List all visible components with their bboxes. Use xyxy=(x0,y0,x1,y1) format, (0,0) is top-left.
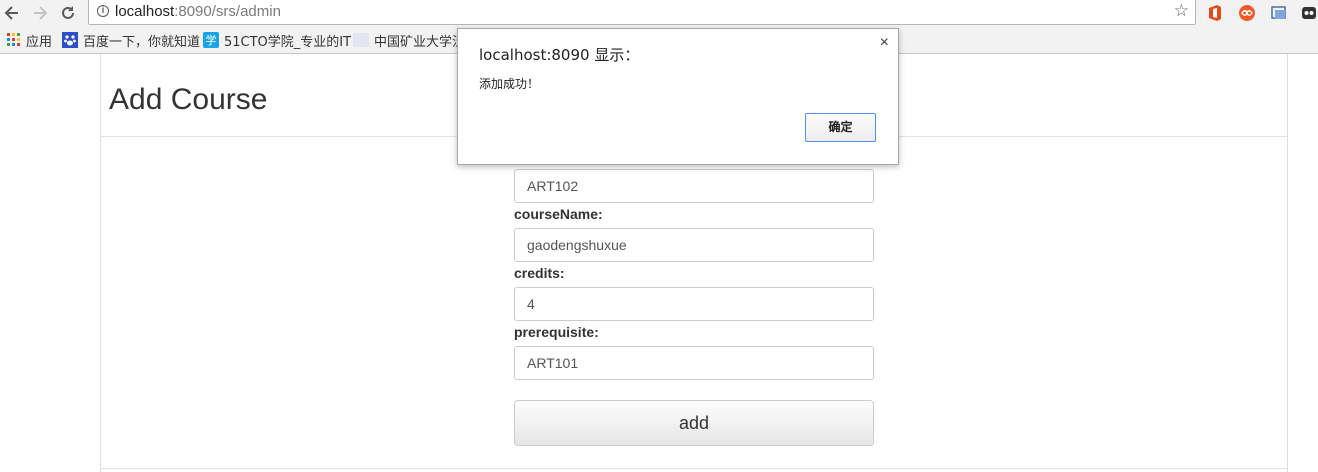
bookmark-51cto[interactable]: 51CTO学院_专业的IT xyxy=(224,31,351,50)
course-number-input[interactable]: ART102 xyxy=(514,169,874,203)
page-title: Add Course xyxy=(109,83,268,116)
credits-label: credits: xyxy=(514,265,565,281)
infinity-icon[interactable] xyxy=(1238,4,1256,22)
add-button[interactable]: add xyxy=(514,400,874,446)
bookmark-apps[interactable]: 应用 xyxy=(26,31,52,50)
ok-button[interactable]: 确定 xyxy=(805,113,876,142)
bookmark-baidu[interactable]: 百度一下，你就知道 xyxy=(83,31,200,50)
ghost-icon[interactable] xyxy=(1300,4,1318,22)
svg-text:学: 学 xyxy=(206,33,217,47)
screenshot-icon[interactable] xyxy=(1270,4,1288,22)
forward-arrow-icon[interactable] xyxy=(30,3,50,23)
office-icon[interactable] xyxy=(1206,4,1224,22)
url-text: localhost:8090/srs/admin xyxy=(115,3,281,20)
prerequisite-label: prerequisite: xyxy=(514,324,599,340)
baidu-paw-icon[interactable] xyxy=(62,32,78,48)
panel-divider xyxy=(101,468,1287,469)
dialog-message: 添加成功！ xyxy=(479,77,540,91)
bookmark-star-icon[interactable]: ☆ xyxy=(1174,1,1189,21)
back-arrow-icon[interactable] xyxy=(2,3,22,23)
credits-input[interactable]: 4 xyxy=(514,287,874,321)
51cto-icon[interactable]: 学 xyxy=(203,32,219,48)
blank-page-icon[interactable] xyxy=(353,32,369,48)
browser-toolbar: i localhost:8090/srs/admin ☆ xyxy=(0,0,1318,26)
alert-dialog: localhost:8090 显示： × 添加成功！ 确定 xyxy=(457,28,899,165)
course-name-input[interactable]: gaodengshuxue xyxy=(514,228,874,262)
apps-grid-icon[interactable] xyxy=(6,32,22,48)
info-icon[interactable]: i xyxy=(97,5,109,17)
course-name-label: courseName: xyxy=(514,206,603,222)
dialog-title: localhost:8090 显示： xyxy=(479,46,640,64)
address-bar[interactable]: i localhost:8090/srs/admin ☆ xyxy=(88,0,1196,25)
bookmark-cumt[interactable]: 中国矿业大学泛 xyxy=(374,31,465,50)
prerequisite-input[interactable]: ART101 xyxy=(514,346,874,380)
close-icon[interactable]: × xyxy=(880,34,889,52)
reload-icon[interactable] xyxy=(58,3,78,23)
